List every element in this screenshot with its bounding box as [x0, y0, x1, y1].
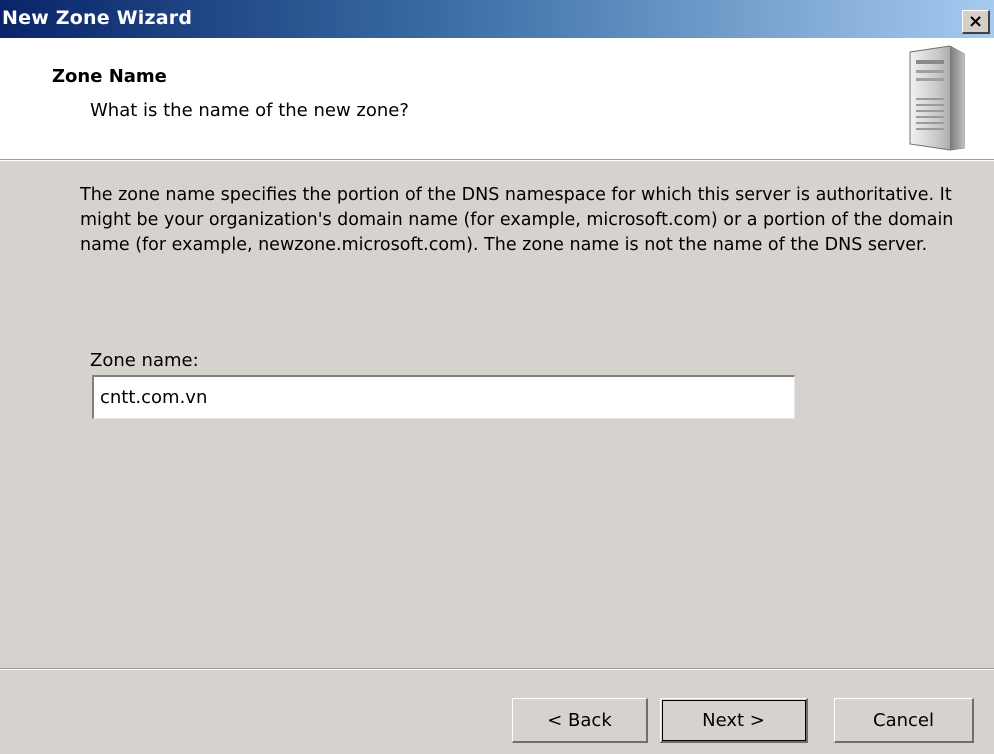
title-bar: New Zone Wizard ×: [0, 0, 994, 38]
back-button[interactable]: < Back: [512, 698, 648, 743]
zone-description: The zone name specifies the portion of t…: [80, 185, 954, 255]
wizard-header: Zone Name What is the name of the new zo…: [0, 38, 994, 159]
window-title: New Zone Wizard: [2, 7, 193, 29]
page-title: Zone Name: [52, 66, 167, 87]
close-icon: ×: [967, 10, 984, 32]
page-subtitle: What is the name of the new zone?: [90, 100, 409, 121]
server-icon: [909, 45, 965, 151]
zone-name-label: Zone name:: [90, 350, 199, 371]
wizard-body: The zone name specifies the portion of t…: [0, 161, 994, 668]
cancel-button[interactable]: Cancel: [834, 698, 974, 743]
zone-name-input[interactable]: [92, 375, 795, 419]
wizard-footer: < Back Next > Cancel: [0, 670, 994, 754]
next-button[interactable]: Next >: [660, 698, 808, 743]
close-button[interactable]: ×: [962, 10, 990, 34]
